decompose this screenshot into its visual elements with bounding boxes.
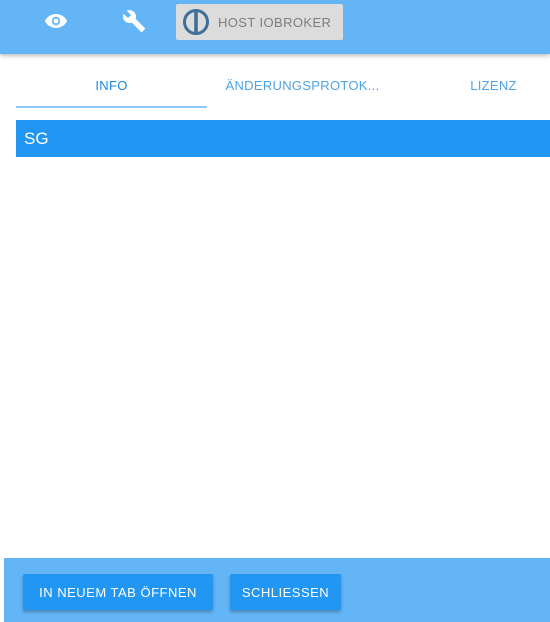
eye-icon[interactable]	[40, 6, 72, 36]
close-button[interactable]: SCHLIESSEN	[230, 574, 341, 610]
tab-license-label: LIZENZ	[470, 77, 517, 93]
iobroker-logo-icon	[182, 8, 210, 36]
app-window: HOST IOBROKER INFO ÄNDERUNGSPROTOK... LI…	[0, 0, 550, 622]
tab-changelog-label: ÄNDERUNGSPROTOK...	[225, 77, 380, 93]
wrench-icon[interactable]	[118, 6, 150, 36]
host-label: HOST IOBROKER	[218, 14, 332, 30]
tab-license[interactable]: LIZENZ	[398, 64, 550, 106]
dialog-tabs: INFO ÄNDERUNGSPROTOK... LIZENZ	[16, 64, 550, 108]
tab-changelog[interactable]: ÄNDERUNGSPROTOK...	[207, 64, 398, 106]
top-toolbar: HOST IOBROKER	[0, 0, 550, 54]
adapter-info-dialog: INFO ÄNDERUNGSPROTOK... LIZENZ SG	[4, 54, 550, 622]
adapter-title-bar: SG	[16, 120, 550, 157]
adapter-title: SG	[24, 128, 49, 148]
open-in-new-tab-button[interactable]: IN NEUEM TAB ÖFFNEN	[23, 574, 213, 610]
tab-info[interactable]: INFO	[16, 64, 207, 106]
host-selector[interactable]: HOST IOBROKER	[176, 4, 343, 40]
active-tab-indicator	[16, 106, 207, 108]
tab-info-label: INFO	[95, 77, 128, 93]
dialog-footer: IN NEUEM TAB ÖFFNEN SCHLIESSEN	[4, 558, 550, 622]
